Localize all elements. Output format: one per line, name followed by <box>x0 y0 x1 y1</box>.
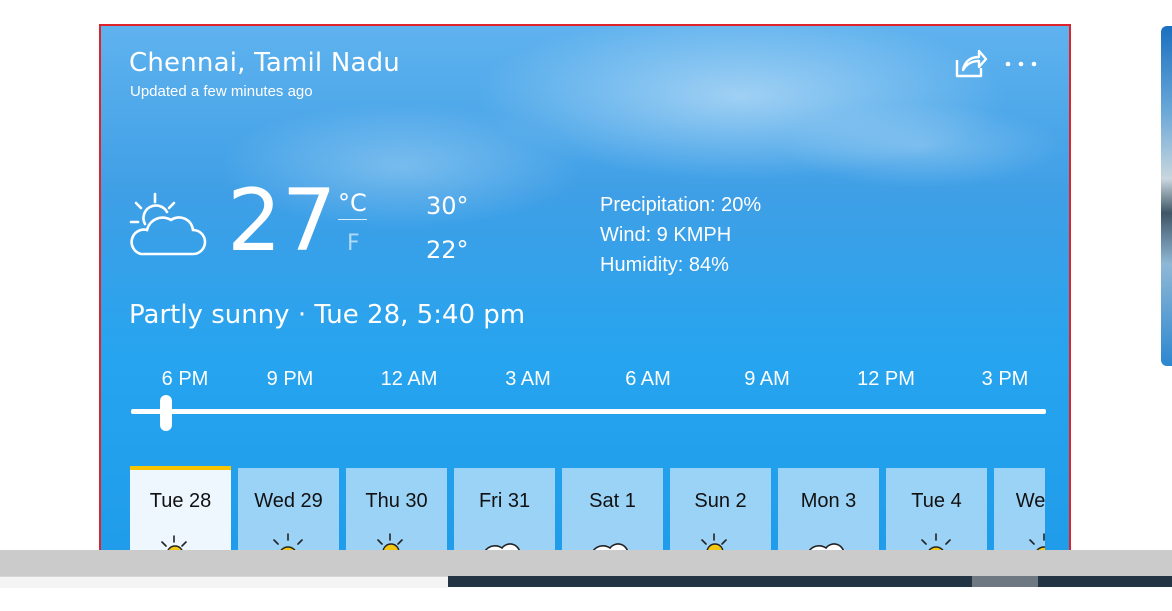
location-name: Chennai, Tamil Nadu <box>129 48 400 78</box>
adjacent-panel-edge <box>1161 26 1172 366</box>
high-temperature: 30° <box>426 192 469 220</box>
day-label: Wed 5 <box>1015 490 1045 512</box>
fahrenheit-toggle[interactable]: F <box>347 231 360 256</box>
hour-label[interactable]: 6 PM <box>162 368 209 391</box>
hour-label[interactable]: 9 AM <box>744 368 790 391</box>
more-options-button[interactable] <box>1001 50 1041 78</box>
day-label: Tue 4 <box>911 490 962 512</box>
hour-label[interactable]: 3 AM <box>505 368 551 391</box>
day-label: Sun 2 <box>694 490 747 512</box>
share-icon <box>955 49 988 78</box>
time-slider-track[interactable] <box>131 409 1046 414</box>
updated-text: Updated a few minutes ago <box>130 83 313 100</box>
day-label: Fri 31 <box>478 490 531 512</box>
day-label: Mon 3 <box>800 490 857 512</box>
weather-card: Chennai, Tamil Nadu Updated a few minute… <box>99 24 1071 585</box>
weather-details: Precipitation: 20% Wind: 9 KMPH Humidity… <box>600 190 761 280</box>
condition-summary: Partly sunny · Tue 28, 5:40 pm <box>129 300 526 330</box>
hour-label[interactable]: 9 PM <box>267 368 314 391</box>
hourly-timeline: 6 PM 9 PM 12 AM 3 AM 6 AM 9 AM 12 PM 3 P… <box>101 368 1069 398</box>
hour-label[interactable]: 6 AM <box>625 368 671 391</box>
taskbar <box>448 576 1172 587</box>
day-label: Tue 28 <box>149 490 212 512</box>
partly-sunny-icon <box>129 192 207 256</box>
humidity-text: Humidity: 84% <box>600 254 729 276</box>
hour-label[interactable]: 12 PM <box>857 368 915 391</box>
day-label: Thu 30 <box>365 490 428 512</box>
wind-text: Wind: 9 KMPH <box>600 224 732 246</box>
hour-label[interactable]: 3 PM <box>982 368 1029 391</box>
hour-label[interactable]: 12 AM <box>381 368 438 391</box>
horizontal-scrollbar[interactable] <box>0 550 1172 576</box>
day-label: Wed 29 <box>254 490 323 512</box>
current-temperature: 27 <box>227 171 337 271</box>
day-label: Sat 1 <box>589 490 636 512</box>
time-slider-thumb[interactable] <box>160 395 172 431</box>
celsius-toggle[interactable]: °C <box>338 189 367 220</box>
low-temperature: 22° <box>426 236 469 264</box>
taskbar-highlight <box>972 576 1038 587</box>
more-icon <box>1005 61 1037 67</box>
taskbar-left <box>0 576 448 588</box>
share-button[interactable] <box>953 46 989 80</box>
precipitation-text: Precipitation: 20% <box>600 194 762 216</box>
